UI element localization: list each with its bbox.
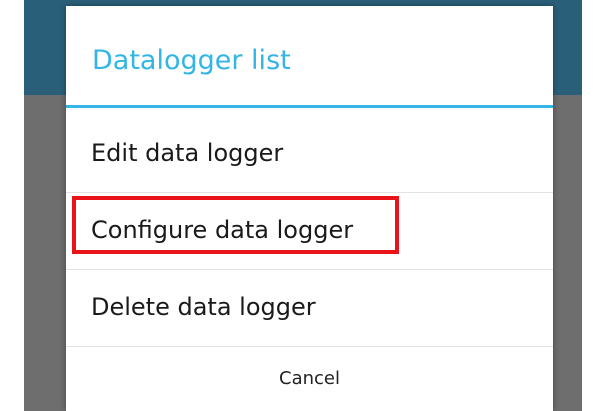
datalogger-list-dialog: Datalogger list Edit data logger Configu… [66,6,553,411]
menu-item-edit-data-logger[interactable]: Edit data logger [66,115,553,193]
menu-item-label: Edit data logger [91,139,284,167]
title-divider [66,105,553,108]
cancel-button[interactable]: Cancel [66,347,553,411]
menu-item-label: Delete data logger [91,293,316,321]
menu-item-delete-data-logger[interactable]: Delete data logger [66,269,553,347]
menu-item-label: Configure data logger [91,216,354,244]
dialog-title: Datalogger list [92,45,291,76]
menu-item-configure-data-logger[interactable]: Configure data logger [66,192,553,270]
background-app-bar-text [36,10,48,74]
